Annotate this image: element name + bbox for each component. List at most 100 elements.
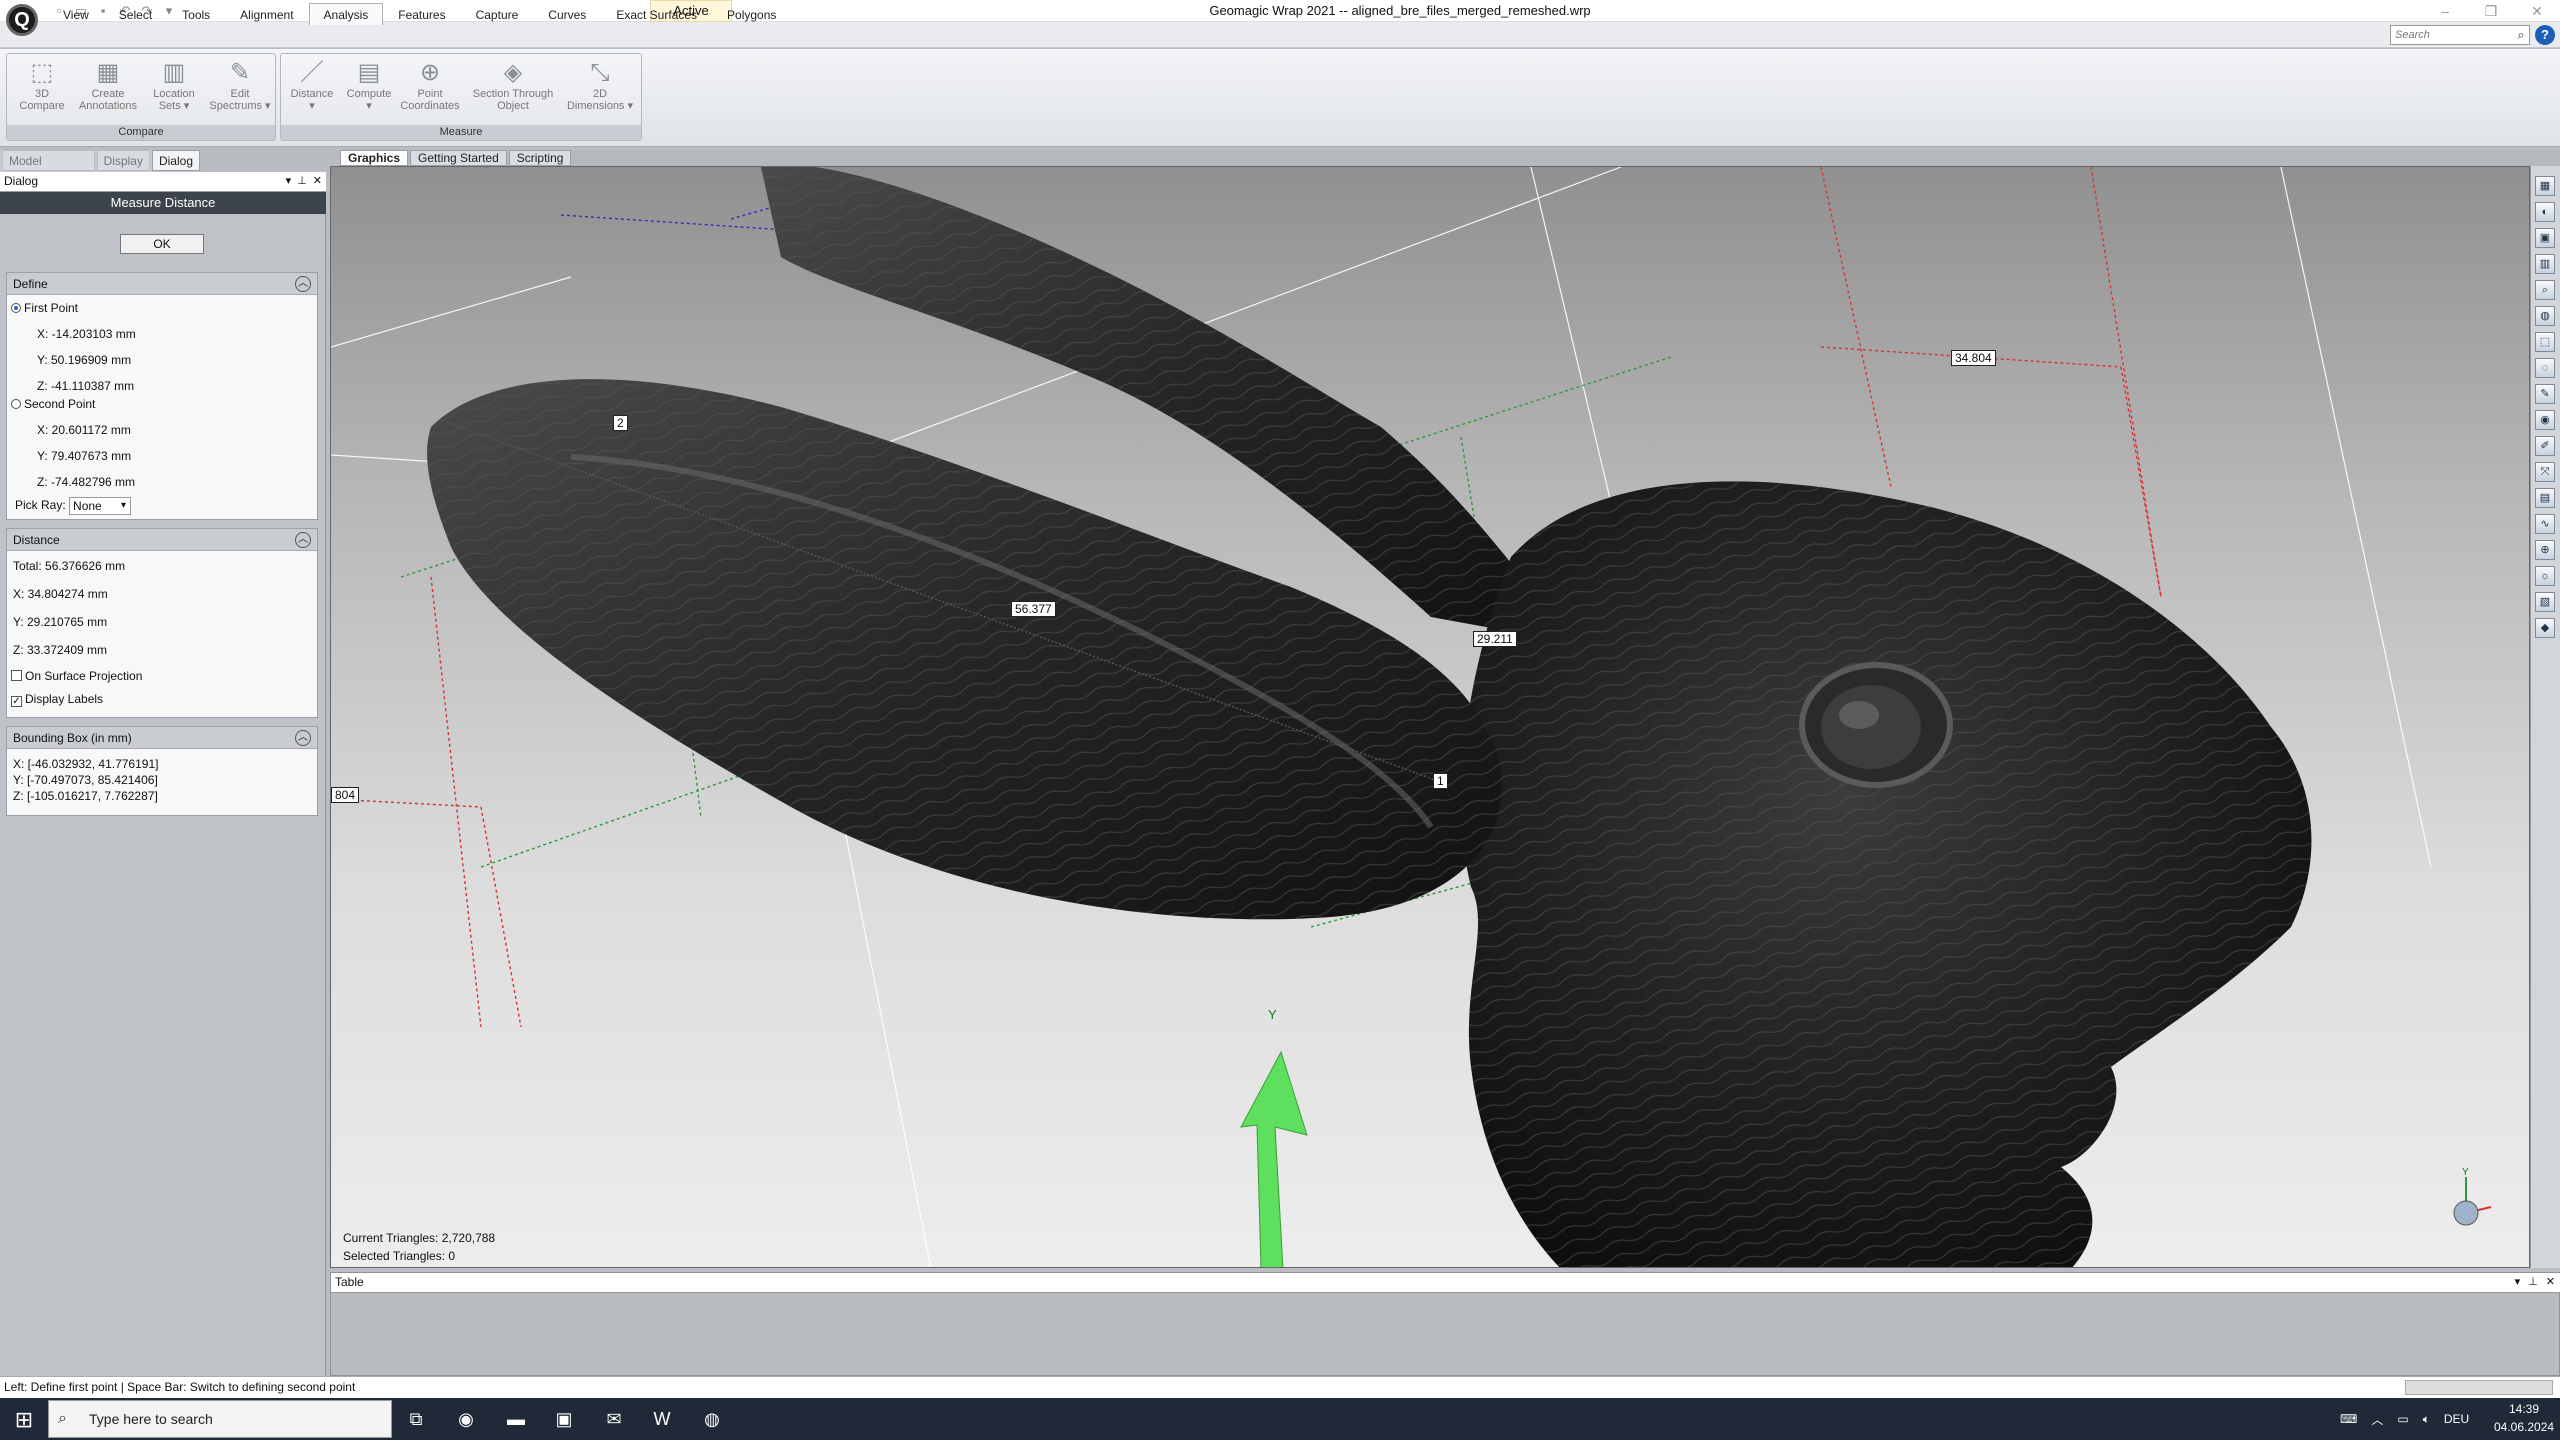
windows-start-icon[interactable]: ⊞ [10, 1406, 38, 1434]
point-coordinates-icon: ⊕ [419, 59, 441, 86]
point-1-marker[interactable]: 1 [1433, 773, 1448, 789]
menu-tools[interactable]: Tools [167, 3, 225, 25]
section-icon[interactable]: ▤ [2535, 488, 2555, 508]
chevron-up-icon[interactable]: ︿ [2371, 1411, 2383, 1428]
menu-capture[interactable]: Capture [461, 3, 534, 25]
tab-getting-started[interactable]: Getting Started [410, 150, 507, 166]
scene-canvas[interactable]: Y Y [331, 167, 2530, 1268]
restore-button[interactable]: ❐ [2468, 0, 2514, 22]
view-front-icon[interactable]: ▣ [2535, 228, 2555, 248]
collapse-icon[interactable]: ︿ [295, 730, 311, 746]
section-through-object-button[interactable]: ◈ Section Through Object [463, 58, 563, 124]
section-title: Define [13, 277, 48, 291]
select-window-icon[interactable]: ⬚ [2535, 332, 2555, 352]
palette-icon[interactable]: ◆ [2535, 618, 2555, 638]
zoom-icon[interactable]: ⌕ [2535, 280, 2555, 300]
close-button[interactable]: ✕ [2514, 0, 2560, 22]
section-title: Bounding Box (in mm) [13, 731, 132, 745]
define-section-header[interactable]: Define ︿ [7, 273, 317, 295]
first-point-radio[interactable]: First Point [11, 301, 78, 315]
pin-icon[interactable]: ⊥ [2528, 1273, 2538, 1293]
minimize-button[interactable]: – [2422, 0, 2468, 22]
menu-view[interactable]: View [48, 3, 104, 25]
edit-spectrums-button[interactable]: ✎ Edit Spectrums ▾ [209, 58, 271, 124]
ok-button[interactable]: OK [120, 234, 204, 254]
network-icon[interactable]: ▭ [2397, 1412, 2408, 1426]
render-icon[interactable]: ▧ [2535, 592, 2555, 612]
second-point-radio[interactable]: Second Point [11, 397, 95, 411]
file-explorer-icon[interactable]: ▬ [498, 1402, 534, 1436]
display-labels-checkbox[interactable]: ✓ Display Labels [11, 692, 103, 707]
brush-icon[interactable]: ✎ [2535, 384, 2555, 404]
location-sets-button[interactable]: ▥ Location Sets ▾ [143, 58, 205, 124]
triangle-info: Current Triangles: 2,720,788 Selected Tr… [343, 1229, 495, 1265]
close-icon[interactable]: ✕ [2546, 1273, 2555, 1293]
store-icon[interactable]: ▣ [546, 1402, 582, 1436]
light-icon[interactable]: ☼ [2535, 566, 2555, 586]
task-view-icon[interactable]: ⧉ [398, 1402, 434, 1436]
define-section: Define ︿ First Point X: -14.203103 mm Y:… [6, 272, 318, 520]
language-indicator[interactable]: DEU [2444, 1412, 2469, 1426]
collapse-icon[interactable]: ︿ [295, 532, 311, 548]
transform-icon[interactable]: ⤧ [2535, 462, 2555, 482]
tab-graphics[interactable]: Graphics [340, 150, 409, 166]
distance-icon: ／ [300, 59, 324, 86]
clock[interactable]: 14:39 04.06.2024 [2494, 1400, 2554, 1436]
ribbon-group-label: Compare [7, 125, 275, 140]
menu-polygons[interactable]: Polygons [712, 3, 791, 25]
compute-button[interactable]: ▤ Compute ▾ [341, 58, 397, 124]
taskbar-search-input[interactable]: Type here to search [48, 1400, 392, 1438]
on-surface-projection-checkbox[interactable]: On Surface Projection [11, 669, 142, 683]
point-coordinates-button[interactable]: ⊕ Point Coordinates [397, 58, 463, 124]
3d-compare-button[interactable]: ⬚ 3D Compare [11, 58, 73, 124]
close-icon[interactable]: ✕ [313, 172, 322, 192]
view-rotate-icon[interactable]: ◐ [2535, 202, 2555, 222]
collapse-icon[interactable]: ︿ [295, 276, 311, 292]
button-label: ▾ [366, 100, 372, 112]
rabbit-mesh[interactable] [427, 167, 2312, 1268]
help-icon[interactable]: ? [2535, 25, 2555, 45]
distance-button[interactable]: ／ Distance ▾ [283, 58, 341, 124]
menu-analysis[interactable]: Analysis [308, 3, 384, 25]
search-icon[interactable]: ⌕ [2512, 26, 2530, 44]
menu-select[interactable]: Select [104, 3, 167, 25]
y-axis-arrow[interactable]: Y [1240, 1007, 1308, 1268]
panel-tabs: Model Manager Display Dialog [0, 150, 200, 188]
section-title: Distance [13, 533, 60, 547]
curve-icon[interactable]: ∿ [2535, 514, 2555, 534]
pick-ray-select[interactable]: None [69, 497, 132, 515]
tab-display[interactable]: Display [96, 150, 150, 171]
menu-curves[interactable]: Curves [533, 3, 601, 25]
wps-office-icon[interactable]: W [644, 1402, 680, 1436]
pin-icon[interactable]: ⊥ [297, 172, 307, 192]
shading-icon[interactable]: ◍ [2535, 306, 2555, 326]
tab-model-manager[interactable]: Model Manager [2, 150, 95, 188]
lasso-icon[interactable]: ◌ [2535, 358, 2555, 378]
app-logo-button[interactable]: Q [6, 4, 38, 36]
menu-alignment[interactable]: Alignment [225, 3, 308, 25]
view-grid-icon[interactable]: ▥ [2535, 254, 2555, 274]
dropdown-icon[interactable]: ▾ [286, 172, 292, 192]
measure-icon[interactable]: ⊕ [2535, 540, 2555, 560]
color-icon[interactable]: ◉ [2535, 410, 2555, 430]
chrome-icon[interactable]: ◍ [694, 1402, 730, 1436]
search-input[interactable]: Search [2390, 25, 2530, 45]
volume-icon[interactable]: 🔈︎ [2423, 1412, 2430, 1427]
orientation-triad[interactable]: Y [2453, 1167, 2492, 1226]
paint-icon[interactable]: ✐ [2535, 436, 2555, 456]
tab-scripting[interactable]: Scripting [508, 150, 572, 166]
keyboard-icon[interactable]: ⌨ [2340, 1412, 2357, 1426]
point-2-marker[interactable]: 2 [613, 415, 628, 431]
create-annotations-button[interactable]: ▦ Create Annotations [77, 58, 139, 124]
mail-icon[interactable]: ✉ [596, 1402, 632, 1436]
dropdown-icon[interactable]: ▾ [2515, 1273, 2521, 1293]
menu-features[interactable]: Features [383, 3, 460, 25]
2d-dimensions-button[interactable]: ⤡ 2D Dimensions ▾ [563, 58, 637, 124]
distance-section-header[interactable]: Distance ︿ [7, 529, 317, 551]
graphics-viewport[interactable]: Y Y 56.377 29.211 34.804 1 2 804 Current… [330, 166, 2530, 1268]
menu-exact-surfaces[interactable]: Exact Surfaces [601, 3, 712, 25]
edge-icon[interactable]: ◉ [448, 1402, 484, 1436]
tab-dialog[interactable]: Dialog [151, 150, 200, 171]
view-fit-icon[interactable]: ▦ [2535, 176, 2555, 196]
bounding-box-section-header[interactable]: Bounding Box (in mm) ︿ [7, 727, 317, 749]
